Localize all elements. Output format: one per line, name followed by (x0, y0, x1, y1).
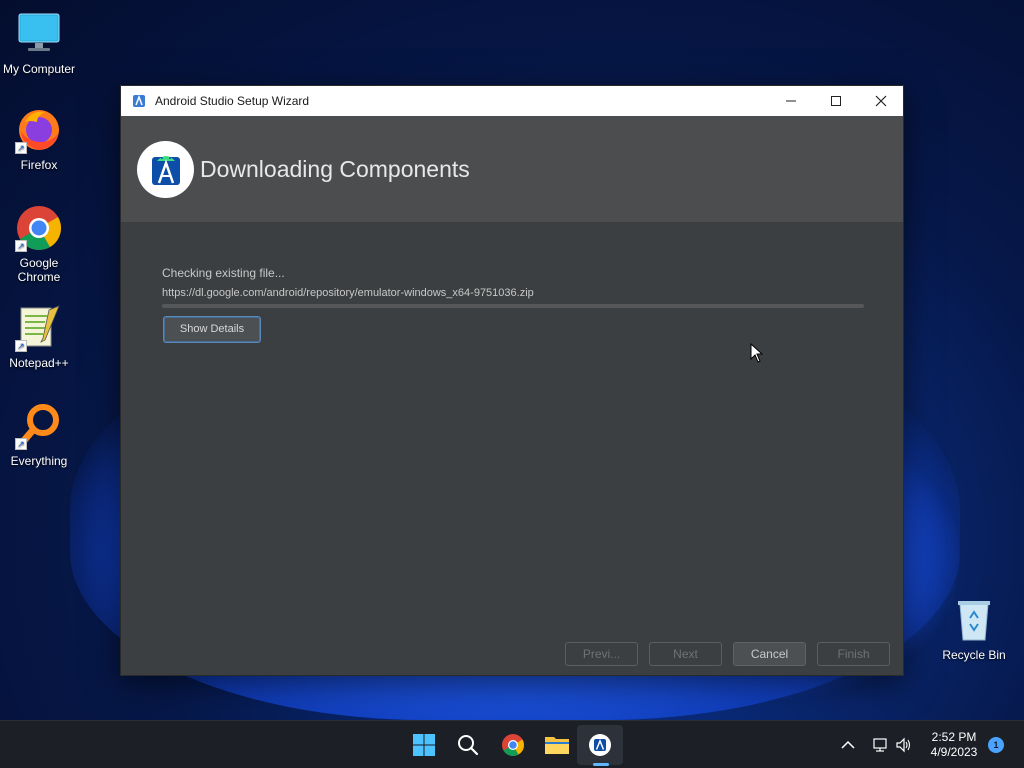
everything-search-icon: ↗ (15, 402, 63, 450)
minimize-button[interactable] (768, 86, 814, 116)
android-studio-logo (137, 140, 194, 198)
window-title: Android Studio Setup Wizard (155, 94, 310, 108)
active-app-indicator (593, 763, 609, 766)
maximize-icon (831, 96, 841, 106)
volume-button[interactable] (888, 729, 920, 761)
search-icon (458, 735, 479, 756)
start-icon (413, 734, 435, 756)
desktop-icon-label: Everything (10, 454, 68, 468)
minimize-icon (786, 100, 796, 102)
desktop-icon-google-chrome[interactable]: ↗ Google Chrome (0, 204, 78, 284)
close-button[interactable] (858, 86, 904, 116)
system-clock[interactable]: 2:52 PM 4/9/2023 (920, 730, 988, 760)
shortcut-arrow-icon: ↗ (15, 240, 27, 252)
shortcut-arrow-icon: ↗ (15, 340, 27, 352)
desktop-icon-label: Recycle Bin (942, 648, 1006, 662)
download-url: https://dl.google.com/android/repository… (162, 287, 534, 299)
close-icon (875, 95, 887, 107)
show-hidden-icons-button[interactable] (832, 729, 864, 761)
firefox-icon: ↗ (15, 106, 63, 154)
window-titlebar[interactable]: Android Studio Setup Wizard (121, 86, 903, 116)
shortcut-arrow-icon: ↗ (15, 438, 27, 450)
file-explorer-icon (545, 737, 569, 754)
android-studio-icon (589, 734, 611, 756)
taskbar-chrome-button[interactable] (497, 729, 529, 761)
maximize-button[interactable] (813, 86, 859, 116)
desktop-icon-everything[interactable]: ↗ Everything (0, 402, 78, 468)
network-icon (873, 738, 887, 752)
desktop-icon-label: Google Chrome (17, 256, 61, 284)
desktop-icon-my-computer[interactable]: My Computer (0, 10, 78, 76)
wizard-content: Checking existing file... https://dl.goo… (121, 222, 903, 675)
clock-time: 2:52 PM (931, 730, 977, 744)
taskbar: 2:52 PM 4/9/2023 1 (0, 720, 1024, 768)
wizard-header: Downloading Components (121, 116, 903, 222)
volume-icon (896, 737, 911, 753)
taskbar-android-studio-button[interactable] (584, 729, 616, 761)
notification-badge[interactable]: 1 (988, 737, 1004, 753)
android-studio-icon (131, 93, 147, 109)
previous-button[interactable]: Previ... (565, 642, 638, 666)
page-title: Downloading Components (200, 155, 470, 182)
next-button[interactable]: Next (649, 642, 722, 666)
show-details-button[interactable]: Show Details (163, 316, 261, 343)
start-button[interactable] (408, 729, 440, 761)
cancel-button[interactable]: Cancel (733, 642, 806, 666)
clock-date: 4/9/2023 (930, 745, 978, 759)
monitor-icon (15, 10, 63, 58)
desktop-icon-notepadpp[interactable]: ↗ Notepad++ (0, 304, 78, 370)
taskbar-search-button[interactable] (452, 729, 484, 761)
download-status: Checking existing file... (162, 266, 285, 280)
desktop-icon-label: Notepad++ (9, 356, 69, 370)
mouse-cursor-icon (750, 343, 764, 363)
taskbar-file-explorer-button[interactable] (541, 729, 573, 761)
desktop-icon-firefox[interactable]: ↗ Firefox (0, 106, 78, 172)
desktop-icon-label: Firefox (20, 158, 58, 172)
chevron-up-icon (841, 740, 855, 749)
desktop-icon-label: My Computer (2, 62, 76, 76)
chrome-icon (502, 734, 524, 756)
download-progress-bar (162, 304, 864, 308)
notepadpp-icon: ↗ (15, 304, 63, 352)
finish-button[interactable]: Finish (817, 642, 890, 666)
chrome-icon: ↗ (15, 204, 63, 252)
shortcut-arrow-icon: ↗ (15, 142, 27, 154)
recycle-bin-icon (950, 596, 998, 644)
desktop-icon-recycle-bin[interactable]: Recycle Bin (935, 596, 1013, 662)
setup-wizard-window: Android Studio Setup Wizard Downloading … (120, 85, 904, 676)
android-studio-logo-icon (151, 156, 180, 185)
